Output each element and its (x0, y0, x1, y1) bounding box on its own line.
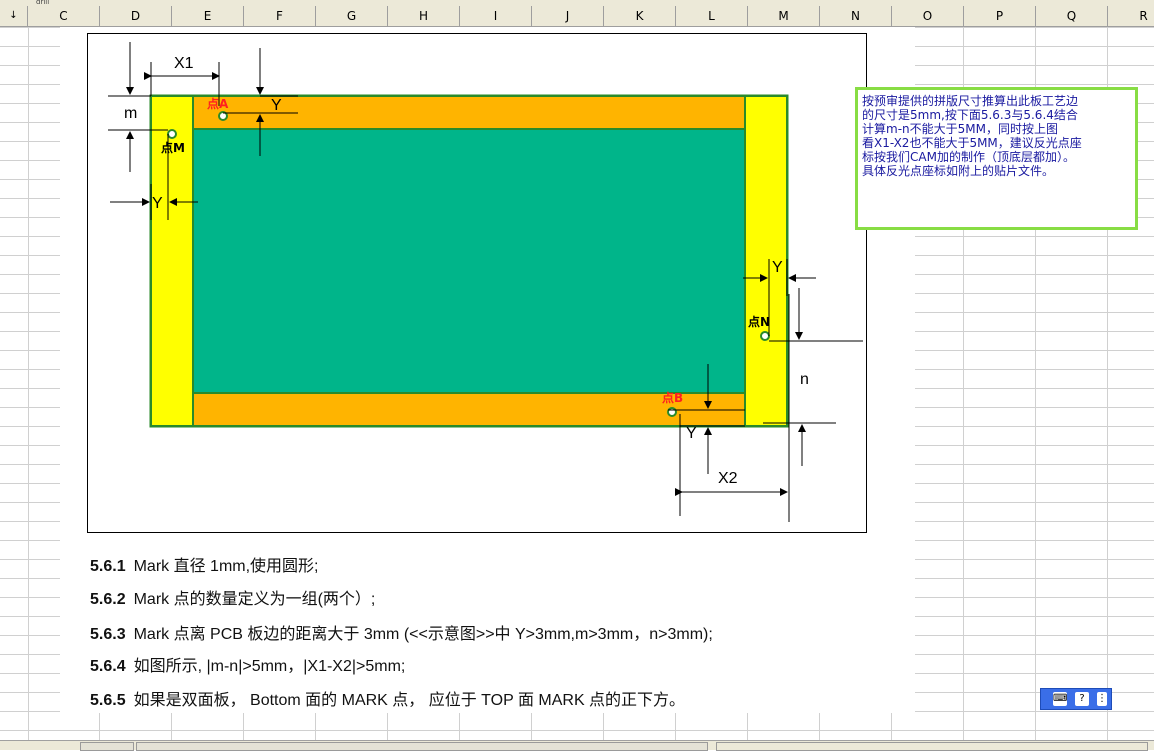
spec-line-5: 5.6.5 如果是双面板， Bottom 面的 MARK 点， 应位于 TOP 面… (90, 686, 685, 710)
column-header-c[interactable]: C (28, 6, 100, 26)
spec-text: Mark 点离 PCB 板边的距离大于 3mm (<<示意图>>中 Y>3mm,… (133, 626, 713, 643)
y-label-left: Y (152, 195, 163, 212)
y-label-bottom: Y (686, 425, 697, 442)
x2-label: X2 (718, 470, 738, 487)
spec-line-2: 5.6.2 Mark 点的数量定义为一组(两个）; (90, 585, 375, 609)
select-all-corner[interactable]: ↓ (0, 6, 28, 26)
column-header-k[interactable]: K (604, 6, 676, 26)
column-header-q[interactable]: Q (1036, 6, 1108, 26)
spec-number: 5.6.3 (90, 626, 126, 643)
ime-toolbar[interactable]: ⌨ ? ⋮ (1040, 688, 1112, 710)
spec-line-3: 5.6.3 Mark 点离 PCB 板边的距离大于 3mm (<<示意图>>中 Y… (90, 620, 713, 644)
m-label: m (124, 105, 137, 122)
column-header-m[interactable]: M (748, 6, 820, 26)
column-header-e[interactable]: E (172, 6, 244, 26)
column-header-r[interactable]: R (1108, 6, 1154, 26)
spec-line-4: 5.6.4 如图所示, |m-n|>5mm，|X1-X2|>5mm; (90, 652, 405, 676)
point-m-label: 点M (161, 140, 185, 155)
column-header-i[interactable]: I (460, 6, 532, 26)
mark-diagram-svg: 点A 点M 点N 点B X1 m Y Y Y n Y X2 (108, 42, 863, 522)
x1-label: X1 (174, 55, 194, 72)
mark-diagram: 点A 点M 点N 点B X1 m Y Y Y n Y X2 (87, 33, 867, 533)
menu-icon[interactable]: ⋮ (1097, 692, 1107, 706)
y-label-right: Y (772, 259, 783, 276)
column-header-j[interactable]: J (532, 6, 604, 26)
spec-text: Mark 点的数量定义为一组(两个）; (133, 591, 376, 608)
column-header-g[interactable]: G (316, 6, 388, 26)
mark-point-n (760, 331, 770, 341)
row-header (0, 27, 29, 740)
spec-text: 如图所示, |m-n|>5mm，|X1-X2|>5mm; (133, 658, 406, 675)
point-a-label: 点A (207, 96, 229, 111)
spec-number: 5.6.5 (90, 692, 126, 709)
comment-line: 看X1-X2也不能大于5MM，建议反光点座 (862, 136, 1082, 150)
sheet-tab[interactable] (80, 742, 134, 751)
column-header-f[interactable]: F (244, 6, 316, 26)
spec-text: Mark 直径 1mm,使用圆形; (133, 558, 319, 575)
comment-line: 计算m-n不能大于5MM，同时按上图 (862, 122, 1058, 136)
y-label-top: Y (271, 97, 282, 114)
help-icon[interactable]: ? (1075, 692, 1089, 706)
keyboard-icon[interactable]: ⌨ (1053, 692, 1067, 706)
point-n-label: 点N (748, 314, 770, 329)
horizontal-scrollbar[interactable] (136, 742, 708, 751)
mark-point-b (667, 407, 677, 417)
comment-line: 按预审提供的拼版尺寸推算出此板工艺边 (862, 94, 1079, 108)
comment-box[interactable]: 按预审提供的拼版尺寸推算出此板工艺边 的尺寸是5mm,按下面5.6.3与5.6.… (855, 87, 1138, 230)
column-header-l[interactable]: L (676, 6, 748, 26)
column-header-d[interactable]: D (100, 6, 172, 26)
spec-number: 5.6.1 (90, 558, 126, 575)
spec-text: 如果是双面板， Bottom 面的 MARK 点， 应位于 TOP 面 MARK… (133, 692, 686, 709)
mark-point-m (167, 129, 177, 139)
column-header-n[interactable]: N (820, 6, 892, 26)
comment-line: 标按我们CAM加的制作（顶底层都加）。 (862, 150, 1075, 164)
spec-number: 5.6.4 (90, 658, 126, 675)
pcb-board (149, 94, 789, 428)
n-label: n (800, 371, 809, 388)
column-header-o[interactable]: O (892, 6, 964, 26)
column-header-h[interactable]: H (388, 6, 460, 26)
comment-line: 的尺寸是5mm,按下面5.6.3与5.6.4结合 (862, 108, 1078, 122)
column-header: ↓ CDEFGHIJKLMNOPQR (0, 6, 1154, 27)
point-b-label: 点B (662, 390, 683, 405)
column-header-p[interactable]: P (964, 6, 1036, 26)
spec-line-1: 5.6.1 Mark 直径 1mm,使用圆形; (90, 552, 319, 576)
comment-line: 具体反光点座标如附上的贴片文件。 (862, 164, 1055, 178)
spec-number: 5.6.2 (90, 591, 126, 608)
status-area (716, 742, 1148, 751)
